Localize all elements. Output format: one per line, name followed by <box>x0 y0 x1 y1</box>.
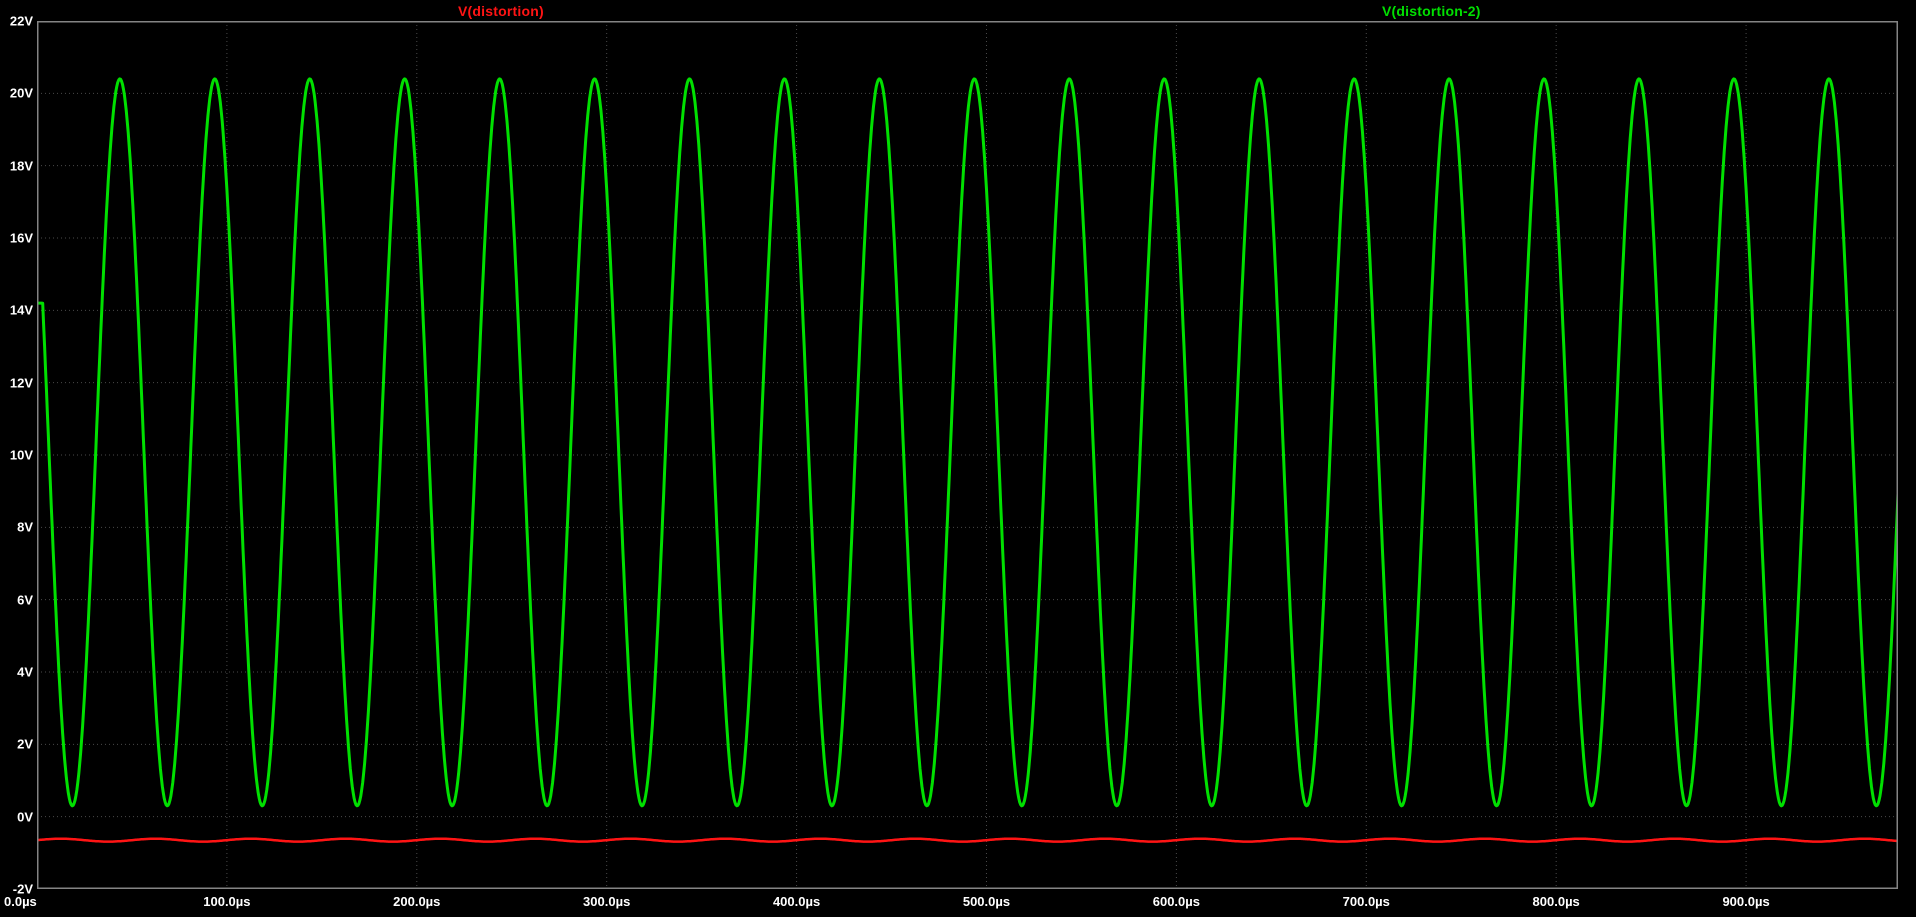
y-axis-tick-label: 6V <box>17 592 33 608</box>
x-axis-tick-label: 300.0µs <box>583 894 631 909</box>
y-axis-tick-label: 4V <box>17 664 33 680</box>
x-axis-tick-label: 500.0µs <box>962 894 1011 909</box>
x-axis-tick-label: 0.0µs <box>4 894 37 909</box>
waveform-viewer-window: V(distortion) V(distortion-2) 22V 20V 18V 1… <box>0 0 1916 917</box>
y-axis-tick-label: 8V <box>17 519 33 535</box>
x-axis-tick-label: 600.0µs <box>1152 894 1201 909</box>
legend-label-v-distortion[interactable]: V(distortion) <box>458 3 544 19</box>
plot-border <box>37 21 1898 889</box>
y-axis-tick-label: 0V <box>17 809 33 825</box>
y-axis-tick-label: 16V <box>9 230 33 246</box>
plot-area[interactable] <box>37 21 1898 889</box>
trace-vdistortion <box>37 837 1898 843</box>
x-axis-tick-label: 400.0µs <box>772 894 821 909</box>
waveform-plot-canvas[interactable] <box>37 21 1898 889</box>
x-axis-tick-label: 200.0µs <box>393 894 441 909</box>
y-axis-tick-label: 22V <box>9 13 33 29</box>
x-axis-tick-label: 100.0µs <box>203 894 251 909</box>
y-axis-tick-label: 10V <box>9 447 33 463</box>
trace-vdistortion-2 <box>37 77 1898 808</box>
x-axis-tick-label: 800.0µs <box>1532 894 1580 909</box>
x-axis-tick-label: 900.0µs <box>1722 894 1770 909</box>
y-axis-tick-label: 2V <box>17 736 33 752</box>
x-axis-tick-label: 700.0µs <box>1342 894 1390 909</box>
y-axis-tick-label: 20V <box>9 85 33 101</box>
y-axis-tick-label: 18V <box>9 158 33 174</box>
legend-label-v-distortion-2[interactable]: V(distortion-2) <box>1382 3 1481 19</box>
y-axis-tick-label: 14V <box>9 302 33 318</box>
y-axis-tick-label: 12V <box>9 375 33 391</box>
